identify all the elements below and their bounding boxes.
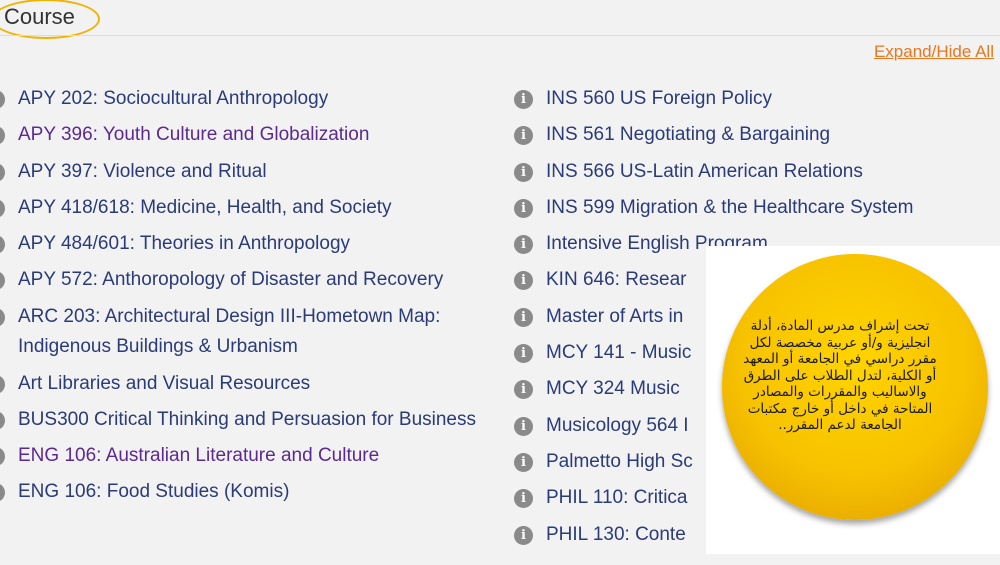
- course-link[interactable]: PHIL 130: Conte: [546, 524, 686, 545]
- course-link[interactable]: Palmetto High Sc: [546, 451, 693, 472]
- course-link[interactable]: Master of Arts in: [546, 306, 683, 327]
- info-circle-icon[interactable]: i: [514, 126, 533, 146]
- course-list-item: i INS 599 Migration & the Healthcare Syst…: [514, 193, 994, 224]
- info-circle-icon[interactable]: i: [0, 126, 5, 146]
- course-link[interactable]: APY 202: Sociocultural Anthropology: [18, 88, 328, 109]
- course-list-item: i APY 572: Anthoropology of Disaster and …: [0, 265, 493, 296]
- course-link[interactable]: APY 418/618: Medicine, Health, and Socie…: [18, 197, 392, 218]
- info-circle-icon[interactable]: i: [514, 452, 533, 472]
- course-link[interactable]: APY 396: Youth Culture and Globalization: [18, 124, 369, 145]
- info-circle-icon[interactable]: i: [0, 483, 5, 503]
- course-list-item: i ENG 106: Australian Literature and Cult…: [0, 441, 493, 472]
- course-list-left: i APY 202: Sociocultural Anthropology i APY…: [0, 84, 493, 514]
- info-circle-icon[interactable]: i: [514, 307, 533, 327]
- info-circle-icon[interactable]: i: [0, 198, 5, 218]
- info-circle-icon[interactable]: i: [0, 235, 5, 255]
- course-link[interactable]: APY 572: Anthoropology of Disaster and R…: [18, 269, 443, 290]
- expand-hide-all-link[interactable]: Expand/Hide All: [874, 42, 994, 62]
- info-circle-icon[interactable]: i: [514, 198, 533, 218]
- course-link[interactable]: APY 484/601: Theories in Anthropology: [18, 233, 350, 254]
- course-link[interactable]: INS 560 US Foreign Policy: [546, 88, 772, 109]
- info-circle-icon[interactable]: i: [0, 90, 5, 109]
- info-circle-icon[interactable]: i: [0, 271, 5, 291]
- course-list-item: i APY 397: Violence and Ritual: [0, 157, 493, 188]
- info-circle-icon[interactable]: i: [514, 235, 533, 255]
- info-circle-icon[interactable]: i: [514, 90, 533, 109]
- course-link[interactable]: Musicology 564 I: [546, 415, 689, 436]
- course-link[interactable]: INS 566 US-Latin American Relations: [546, 161, 863, 182]
- course-list-item: i ENG 106: Food Studies (Komis): [0, 477, 493, 508]
- course-link[interactable]: ENG 106: Food Studies (Komis): [18, 481, 289, 502]
- course-link[interactable]: MCY 141 - Music: [546, 342, 691, 363]
- course-list-item: i Art Libraries and Visual Resources: [0, 369, 493, 400]
- course-list-item: i ARC 203: Architectural Design III-Homet…: [0, 302, 493, 363]
- info-circle-icon[interactable]: i: [514, 344, 533, 364]
- info-circle-icon[interactable]: i: [514, 380, 533, 400]
- course-list-item: i INS 560 US Foreign Policy: [514, 84, 994, 115]
- info-circle-icon[interactable]: i: [514, 525, 533, 545]
- info-circle-icon[interactable]: i: [0, 374, 5, 394]
- course-list-item: i APY 396: Youth Culture and Globalizatio…: [0, 120, 493, 151]
- info-circle-icon[interactable]: i: [0, 447, 5, 467]
- course-link[interactable]: ENG 106: Australian Literature and Cultu…: [18, 445, 379, 466]
- info-circle-icon[interactable]: i: [0, 162, 5, 182]
- callout-panel: تحت إشراف مدرس المادة، أدلة انجليزية و/أ…: [706, 246, 1000, 554]
- course-link[interactable]: APY 397: Violence and Ritual: [18, 161, 267, 182]
- info-circle-icon[interactable]: i: [514, 162, 533, 182]
- callout-text: تحت إشراف مدرس المادة، أدلة انجليزية و/أ…: [743, 318, 937, 433]
- info-circle-icon[interactable]: i: [514, 416, 533, 436]
- course-link[interactable]: INS 561 Negotiating & Bargaining: [546, 124, 830, 145]
- course-link[interactable]: PHIL 110: Critica: [546, 487, 688, 508]
- course-list-item: i APY 202: Sociocultural Anthropology: [0, 84, 493, 115]
- course-link[interactable]: MCY 324 Music: [546, 378, 680, 399]
- header-divider: [0, 35, 1000, 36]
- course-link[interactable]: ARC 203: Architectural Design III-Hometo…: [18, 306, 440, 358]
- course-list-item: i INS 566 US-Latin American Relations: [514, 157, 994, 188]
- page-header: Course: [0, 0, 1000, 39]
- course-link[interactable]: INS 599 Migration & the Healthcare Syste…: [546, 197, 914, 218]
- course-list-item: i BUS300 Critical Thinking and Persuasion…: [0, 405, 493, 436]
- course-link[interactable]: Art Libraries and Visual Resources: [18, 373, 310, 394]
- title-highlight-ring: [0, 0, 100, 39]
- course-list-item: i APY 484/601: Theories in Anthropology: [0, 229, 493, 260]
- course-link[interactable]: BUS300 Critical Thinking and Persuasion …: [18, 409, 476, 430]
- info-circle-icon[interactable]: i: [514, 489, 533, 509]
- course-link[interactable]: KIN 646: Resear: [546, 269, 686, 290]
- info-circle-icon[interactable]: i: [514, 271, 533, 291]
- course-list-item: i INS 561 Negotiating & Bargaining: [514, 120, 994, 151]
- course-list-item: i APY 418/618: Medicine, Health, and Soci…: [0, 193, 493, 224]
- info-circle-icon[interactable]: i: [0, 410, 5, 430]
- info-circle-icon[interactable]: i: [0, 307, 5, 327]
